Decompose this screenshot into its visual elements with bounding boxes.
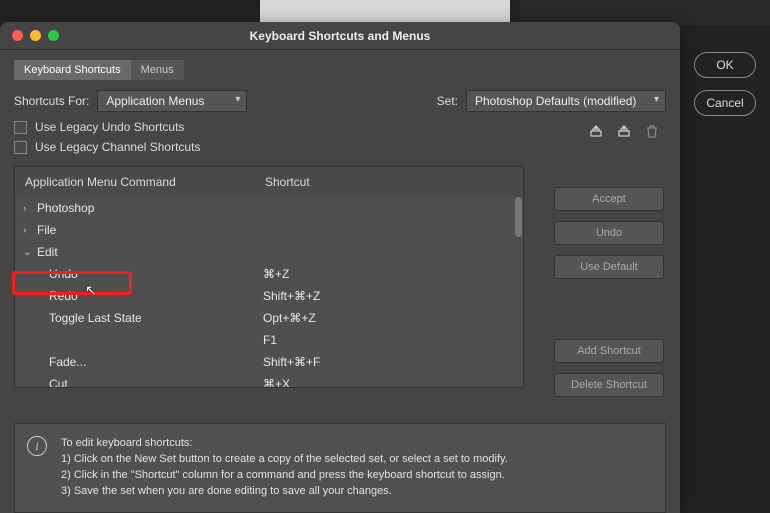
scrollbar[interactable]: [515, 197, 522, 237]
tabs: Keyboard Shortcuts Menus: [14, 60, 666, 80]
trash-icon[interactable]: [644, 124, 660, 138]
titlebar: Keyboard Shortcuts and Menus: [0, 22, 680, 50]
info-line: 2) Click in the "Shortcut" column for a …: [61, 468, 508, 484]
info-panel: i To edit keyboard shortcuts: 1) Click o…: [14, 423, 666, 513]
accept-button[interactable]: Accept: [554, 187, 664, 211]
ok-button[interactable]: OK: [694, 52, 756, 78]
undo-button[interactable]: Undo: [554, 221, 664, 245]
delete-shortcut-button[interactable]: Delete Shortcut: [554, 373, 664, 397]
shortcuts-for-label: Shortcuts For:: [14, 94, 89, 108]
tab-keyboard-shortcuts[interactable]: Keyboard Shortcuts: [14, 60, 131, 80]
tree-item-photoshop[interactable]: Photoshop: [15, 197, 523, 219]
list-item[interactable]: Cut⌘+X: [15, 373, 523, 387]
info-line: 3) Save the set when you are done editin…: [61, 484, 508, 500]
list-item[interactable]: F1: [15, 329, 523, 351]
set-label: Set:: [437, 94, 458, 108]
info-line: 1) Click on the New Set button to create…: [61, 452, 508, 468]
tree-item-file[interactable]: File: [15, 219, 523, 241]
chevron-right-icon: [23, 225, 33, 236]
legacy-undo-checkbox[interactable]: [14, 121, 27, 134]
legacy-channel-label: Use Legacy Channel Shortcuts: [35, 140, 200, 154]
window-title: Keyboard Shortcuts and Menus: [0, 29, 680, 43]
shortcut-table: Application Menu Command Shortcut Photos…: [14, 166, 524, 388]
set-select[interactable]: Photoshop Defaults (modified): [466, 90, 666, 112]
chevron-right-icon: [23, 203, 33, 214]
cursor-icon: ↖: [85, 282, 97, 299]
add-shortcut-button[interactable]: Add Shortcut: [554, 339, 664, 363]
info-title: To edit keyboard shortcuts:: [61, 436, 508, 452]
column-header-command: Application Menu Command: [25, 175, 265, 189]
list-item[interactable]: Fade...Shift+⌘+F: [15, 351, 523, 373]
column-header-shortcut: Shortcut: [265, 175, 513, 189]
tree-item-edit[interactable]: Edit: [15, 241, 523, 263]
chevron-down-icon: [23, 247, 33, 258]
legacy-undo-label: Use Legacy Undo Shortcuts: [35, 120, 184, 134]
shortcuts-for-select[interactable]: Application Menus: [97, 90, 247, 112]
dialog-window: Keyboard Shortcuts and Menus Keyboard Sh…: [0, 22, 680, 513]
new-set-icon[interactable]: [616, 124, 632, 138]
tab-menus[interactable]: Menus: [131, 60, 184, 80]
cancel-button[interactable]: Cancel: [694, 90, 756, 116]
info-icon: i: [27, 436, 47, 456]
save-set-icon[interactable]: [588, 124, 604, 138]
legacy-channel-checkbox[interactable]: [14, 141, 27, 154]
use-default-button[interactable]: Use Default: [554, 255, 664, 279]
list-item[interactable]: Toggle Last StateOpt+⌘+Z: [15, 307, 523, 329]
